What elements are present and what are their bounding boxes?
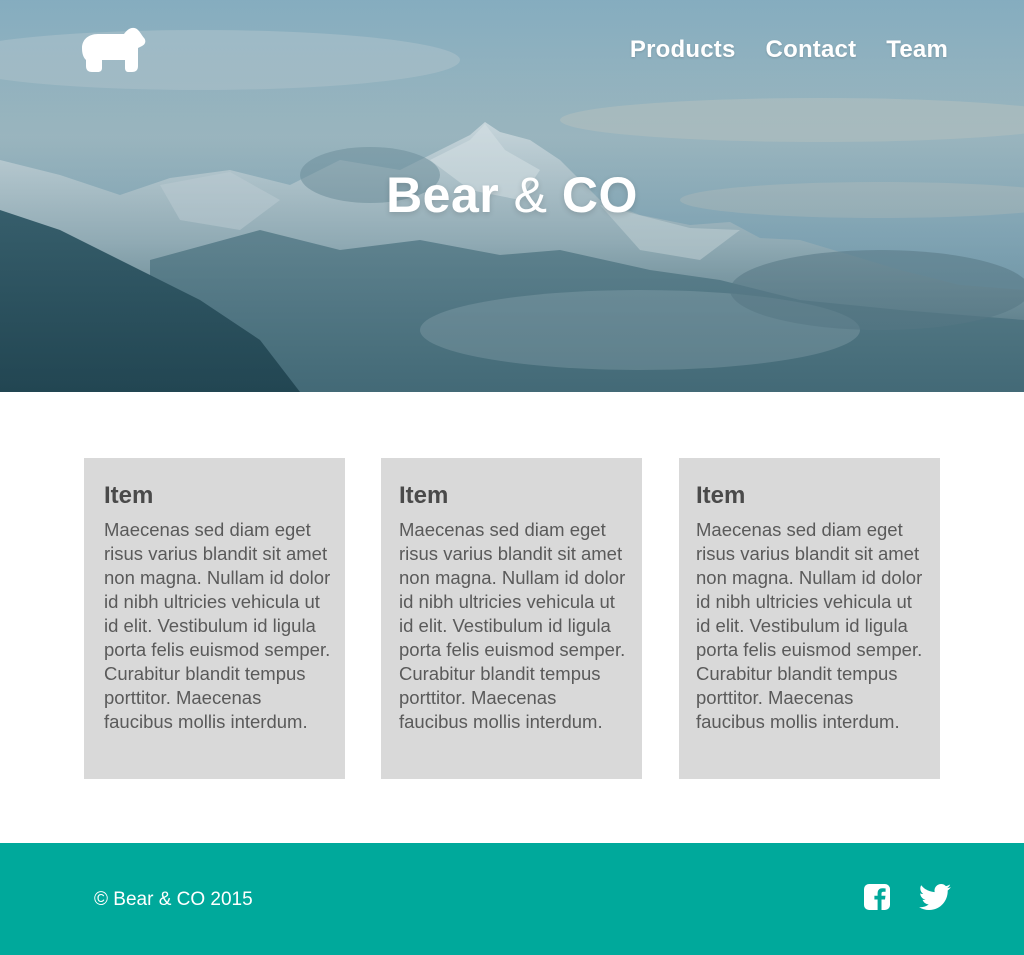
- card-body: Maecenas sed diam eget risus varius blan…: [696, 519, 923, 732]
- title-part-co: CO: [561, 167, 638, 223]
- card-title: Item: [399, 482, 449, 509]
- title-ampersand: &: [513, 167, 548, 223]
- nav-item-contact[interactable]: Contact: [766, 36, 857, 64]
- card-body: Maecenas sed diam eget risus varius blan…: [399, 519, 626, 732]
- item-card: Item Maecenas sed diam eget risus varius…: [381, 458, 642, 779]
- twitter-icon[interactable]: [919, 884, 951, 910]
- nav-item-team[interactable]: Team: [886, 36, 948, 64]
- card-title: Item: [696, 482, 746, 509]
- bear-icon[interactable]: [78, 26, 148, 74]
- item-card: Item Maecenas sed diam eget risus varius…: [679, 458, 940, 779]
- card-body: Maecenas sed diam eget risus varius blan…: [104, 519, 331, 732]
- hero-banner: Products Contact Team Bear & CO: [0, 0, 1024, 392]
- facebook-icon[interactable]: [864, 884, 890, 910]
- item-card: Item Maecenas sed diam eget risus varius…: [84, 458, 345, 779]
- page-title: Bear & CO: [0, 166, 1024, 224]
- card-title: Item: [104, 482, 154, 509]
- main-nav: Products Contact Team: [630, 36, 948, 64]
- copyright-text: © Bear & CO 2015: [94, 889, 253, 910]
- title-part-bear: Bear: [386, 167, 500, 223]
- nav-item-products[interactable]: Products: [630, 36, 736, 64]
